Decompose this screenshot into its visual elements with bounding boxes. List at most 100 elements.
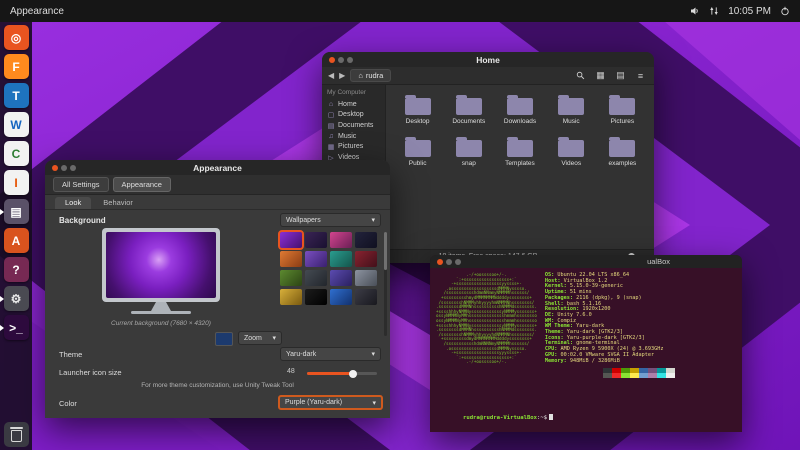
monitor-base (131, 311, 191, 314)
folder-item[interactable]: Documents (445, 95, 492, 125)
maximize-button[interactable] (70, 165, 76, 171)
ubuntu-software-icon: A (12, 235, 21, 247)
folder-item[interactable]: examples (599, 137, 646, 167)
back-icon[interactable]: ◀ (328, 71, 334, 80)
libreoffice-calc-launcher-button[interactable]: C (4, 141, 29, 166)
tab-behavior[interactable]: Behavior (93, 197, 143, 209)
ubuntu-software-launcher-button[interactable]: A (4, 228, 29, 253)
ubuntu-launcher-button[interactable]: ◎ (4, 25, 29, 50)
palette-swatch (639, 373, 648, 378)
sidebar-item-label: Music (338, 133, 356, 140)
wallpaper-thumbnail[interactable] (330, 270, 352, 286)
wallpaper-thumbnail[interactable] (305, 251, 327, 267)
sidebar-item-label: Pictures (338, 143, 363, 150)
settings-launcher-button[interactable]: ⚙ (4, 286, 29, 311)
wallpaper-thumbnail[interactable] (355, 270, 377, 286)
network-icon[interactable] (709, 6, 719, 16)
folder-item[interactable]: snap (445, 137, 492, 167)
folder-icon (405, 98, 431, 115)
window-controls (430, 259, 461, 265)
wallpaper-thumbnail[interactable] (280, 232, 302, 248)
volume-icon[interactable] (690, 6, 700, 16)
folder-item[interactable]: Templates (496, 137, 543, 167)
clock[interactable]: 10:05 PM (728, 6, 771, 17)
wallpaper-thumbnail[interactable] (305, 289, 327, 305)
folder-item[interactable]: Music (548, 95, 595, 125)
libreoffice-impress-launcher-button[interactable]: I (4, 170, 29, 195)
folder-item[interactable]: Pictures (599, 95, 646, 125)
wallpaper-thumbnail[interactable] (305, 232, 327, 248)
zoom-dropdown[interactable]: Zoom ▾ (238, 331, 282, 345)
wallpaper-thumbnail[interactable] (280, 289, 302, 305)
close-button[interactable] (52, 165, 58, 171)
folder-label: Pictures (599, 118, 646, 125)
terminal-content[interactable]: .-/+oossssoo+/-. `:+ssssssssssssssssss+:… (430, 268, 742, 432)
palette-swatch (657, 373, 666, 378)
terminal-launcher-button[interactable]: >_ (4, 315, 29, 340)
wallpaper-scrollbar[interactable] (384, 232, 387, 336)
wallpaper-thumbnail[interactable] (330, 232, 352, 248)
trash-button[interactable] (4, 422, 29, 447)
launcher-size-slider[interactable] (307, 372, 377, 375)
folder-item[interactable]: Desktop (394, 95, 441, 125)
minimize-button[interactable] (338, 57, 344, 63)
maximize-button[interactable] (347, 57, 353, 63)
forward-icon[interactable]: ▶ (339, 71, 345, 80)
terminal-titlebar[interactable]: ualBox (430, 255, 742, 268)
appearance-titlebar[interactable]: Appearance (45, 160, 390, 175)
maximize-button[interactable] (455, 259, 461, 265)
view-grid-icon[interactable]: ▦ (593, 69, 608, 82)
folder-label: snap (445, 160, 492, 167)
sidebar-item-label: Documents (338, 122, 373, 129)
wallpaper-source-dropdown[interactable]: Wallpapers ▾ (280, 213, 381, 227)
files-launcher-button[interactable]: ▤ (4, 199, 29, 224)
files-titlebar[interactable]: Home (322, 52, 654, 67)
folder-item[interactable]: Downloads (496, 95, 543, 125)
sidebar-item-desktop[interactable]: ▢Desktop (322, 109, 385, 120)
folder-item[interactable]: Videos (548, 137, 595, 167)
wallpaper-thumbnail[interactable] (330, 251, 352, 267)
close-button[interactable] (437, 259, 443, 265)
folder-grid: DesktopDocumentsDownloadsMusic Pictures Pu… (386, 85, 654, 249)
view-list-icon[interactable]: ▤ (613, 69, 628, 82)
thunderbird-launcher-button[interactable]: T (4, 83, 29, 108)
search-icon[interactable] (573, 69, 588, 82)
wallpaper-thumbnail[interactable] (330, 289, 352, 305)
close-button[interactable] (329, 57, 335, 63)
wallpaper-thumbnail[interactable] (355, 251, 377, 267)
palette-swatch (621, 373, 630, 378)
sidebar-item-label: Home (338, 101, 357, 108)
libreoffice-impress-icon: I (14, 177, 17, 189)
wallpaper-thumbnail[interactable] (355, 289, 377, 305)
power-icon[interactable] (780, 6, 790, 16)
sidebar-item-pictures[interactable]: ▦Pictures (322, 141, 385, 152)
slider-knob[interactable] (349, 370, 357, 378)
folder-icon (456, 140, 482, 157)
menu-icon[interactable]: ≡ (633, 69, 648, 82)
all-settings-button[interactable]: All Settings (53, 177, 109, 192)
sidebar-item-home[interactable]: ⌂Home (322, 99, 385, 109)
libreoffice-writer-launcher-button[interactable]: W (4, 112, 29, 137)
appearance-window: Appearance All Settings Appearance Look … (45, 160, 390, 418)
prompt-user-host: rudra@rudra-VirtualBox (463, 415, 537, 421)
theme-dropdown[interactable]: Yaru-dark ▾ (280, 347, 381, 361)
sidebar-item-music[interactable]: ♫Music (322, 131, 385, 141)
help-launcher-button[interactable]: ? (4, 257, 29, 282)
files-toolbar: ◀ ▶ ⌂ rudra ▦ ▤ ≡ (322, 67, 654, 85)
wallpaper-thumbnail[interactable] (305, 270, 327, 286)
breadcrumb[interactable]: ⌂ rudra (350, 69, 391, 82)
background-color-swatch[interactable] (215, 332, 233, 346)
minimize-button[interactable] (61, 165, 67, 171)
firefox-launcher-button[interactable]: F (4, 54, 29, 79)
current-panel-button[interactable]: Appearance (113, 177, 171, 192)
wallpaper-thumbnail[interactable] (280, 270, 302, 286)
sidebar-item-documents[interactable]: ▤Documents (322, 120, 385, 131)
color-dropdown[interactable]: Purple (Yaru-dark) ▾ (278, 395, 383, 410)
wallpaper-thumbnail[interactable] (355, 232, 377, 248)
folder-item[interactable]: Public (394, 137, 441, 167)
wallpaper-thumbnail[interactable] (280, 251, 302, 267)
minimize-button[interactable] (446, 259, 452, 265)
breadcrumb-label: rudra (366, 71, 384, 80)
tab-look[interactable]: Look (55, 197, 91, 209)
chevron-down-icon: ▾ (371, 216, 375, 224)
